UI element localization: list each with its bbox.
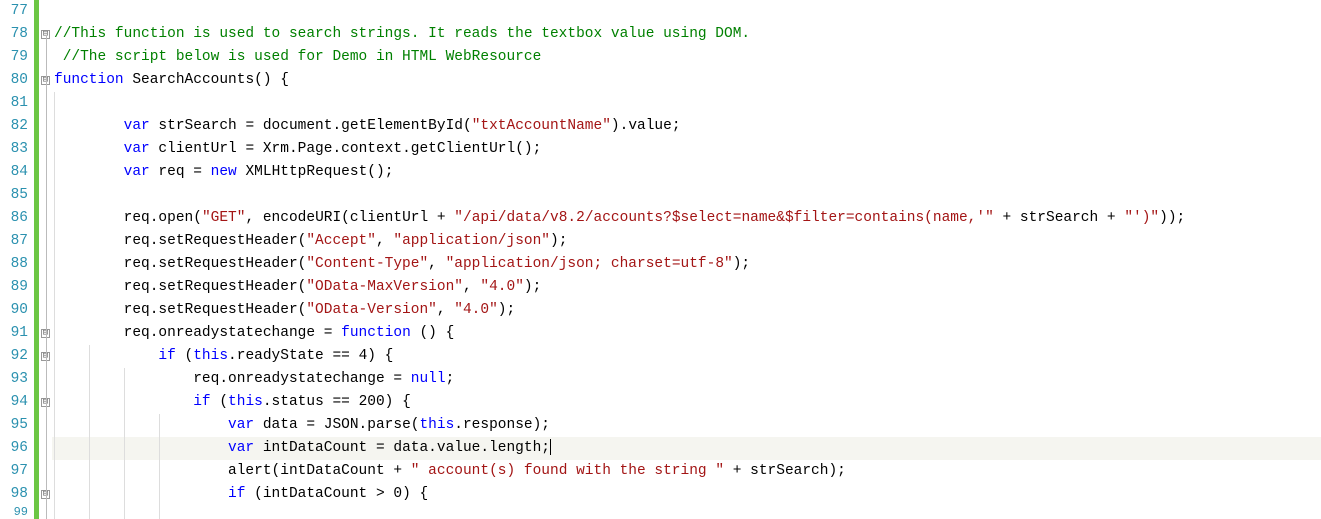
line-number: 83 bbox=[0, 138, 34, 161]
code-line[interactable]: req.onreadystatechange = null; bbox=[52, 368, 1321, 391]
line-number: 85 bbox=[0, 184, 34, 207]
line-number: 96 bbox=[0, 437, 34, 460]
code-line[interactable]: req.setRequestHeader("OData-Version", "4… bbox=[52, 299, 1321, 322]
line-number: 86 bbox=[0, 207, 34, 230]
code-text-area[interactable]: //This function is used to search string… bbox=[52, 0, 1321, 519]
line-number: 89 bbox=[0, 276, 34, 299]
code-line[interactable]: req.setRequestHeader("Accept", "applicat… bbox=[52, 230, 1321, 253]
code-line[interactable]: if (this.status == 200) { bbox=[52, 391, 1321, 414]
code-line[interactable]: function SearchAccounts() { bbox=[52, 69, 1321, 92]
code-editor[interactable]: 77 78 79 80 81 82 83 84 85 86 87 88 89 9… bbox=[0, 0, 1321, 519]
code-line[interactable] bbox=[52, 0, 1321, 23]
line-number: 92 bbox=[0, 345, 34, 368]
line-number: 93 bbox=[0, 368, 34, 391]
code-line[interactable]: var req = new XMLHttpRequest(); bbox=[52, 161, 1321, 184]
line-number-gutter: 77 78 79 80 81 82 83 84 85 86 87 88 89 9… bbox=[0, 0, 34, 519]
line-number: 87 bbox=[0, 230, 34, 253]
line-number: 98 bbox=[0, 483, 34, 506]
line-number: 80 bbox=[0, 69, 34, 92]
line-number: 88 bbox=[0, 253, 34, 276]
line-number: 79 bbox=[0, 46, 34, 69]
code-line[interactable]: var clientUrl = Xrm.Page.context.getClie… bbox=[52, 138, 1321, 161]
code-line[interactable] bbox=[52, 506, 1321, 519]
line-number: 95 bbox=[0, 414, 34, 437]
code-line[interactable]: req.setRequestHeader("OData-MaxVersion",… bbox=[52, 276, 1321, 299]
fold-gutter: ⊟ ⊟ ⊟ ⊟ ⊟ ⊟ bbox=[39, 0, 52, 519]
line-number: 77 bbox=[0, 0, 34, 23]
line-number: 99 bbox=[0, 506, 34, 519]
code-line[interactable]: //This function is used to search string… bbox=[52, 23, 1321, 46]
code-line[interactable]: var strSearch = document.getElementById(… bbox=[52, 115, 1321, 138]
line-number: 82 bbox=[0, 115, 34, 138]
line-number: 94 bbox=[0, 391, 34, 414]
code-line[interactable]: var data = JSON.parse(this.response); bbox=[52, 414, 1321, 437]
text-cursor bbox=[550, 439, 551, 455]
code-line[interactable]: req.open("GET", encodeURI(clientUrl + "/… bbox=[52, 207, 1321, 230]
code-line[interactable] bbox=[52, 184, 1321, 207]
code-line-current[interactable]: var intDataCount = data.value.length; bbox=[52, 437, 1321, 460]
line-number: 90 bbox=[0, 299, 34, 322]
code-line[interactable]: //The script below is used for Demo in H… bbox=[52, 46, 1321, 69]
line-number: 91 bbox=[0, 322, 34, 345]
code-line[interactable]: req.setRequestHeader("Content-Type", "ap… bbox=[52, 253, 1321, 276]
code-line[interactable]: alert(intDataCount + " account(s) found … bbox=[52, 460, 1321, 483]
code-line[interactable]: req.onreadystatechange = function () { bbox=[52, 322, 1321, 345]
code-line[interactable] bbox=[52, 92, 1321, 115]
line-number: 78 bbox=[0, 23, 34, 46]
line-number: 97 bbox=[0, 460, 34, 483]
code-line[interactable]: if (this.readyState == 4) { bbox=[52, 345, 1321, 368]
line-number: 81 bbox=[0, 92, 34, 115]
line-number: 84 bbox=[0, 161, 34, 184]
code-line[interactable]: if (intDataCount > 0) { bbox=[52, 483, 1321, 506]
